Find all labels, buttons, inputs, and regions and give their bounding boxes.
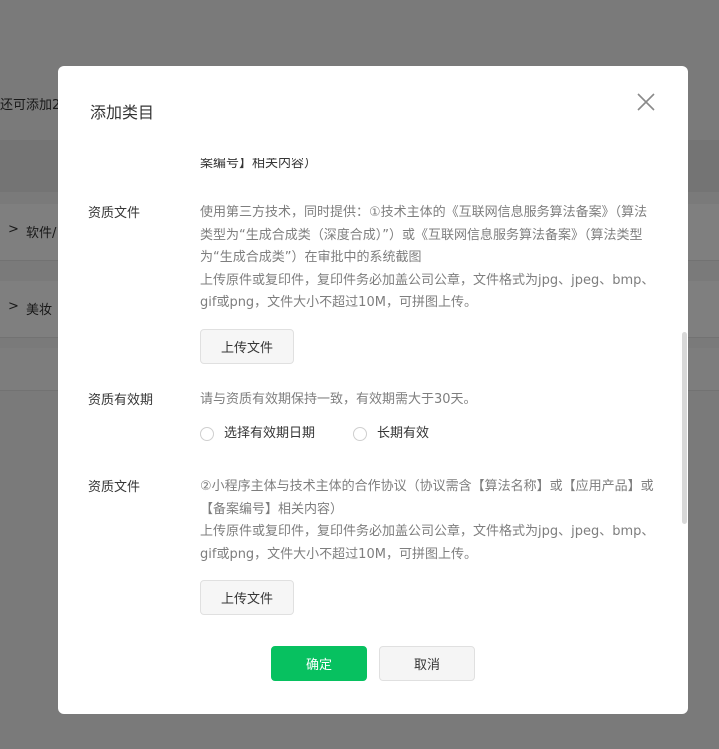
radio-circle-icon[interactable] (200, 426, 214, 441)
upload-file-button[interactable]: 上传文件 (200, 328, 294, 364)
dialog-title: 添加类目 (90, 103, 155, 122)
close-icon[interactable] (634, 90, 658, 114)
radio-select-date[interactable]: 选择有效期日期 (200, 423, 315, 446)
close-button[interactable] (634, 90, 658, 114)
radio-label: 选择有效期日期 (224, 425, 316, 441)
field-body: 请与资质有效期保持一致，有效期需大于30天。 选择有效期日期 长期有效 (200, 389, 658, 443)
field-body: ②小程序主体与技术主体的合作协议（协议需含【算法名称】或【应用产品】或【备案编号… (200, 476, 658, 615)
field-description: 请与资质有效期保持一致，有效期需大于30天。 (200, 392, 477, 407)
upload-file-button[interactable]: 上传文件 (200, 580, 294, 615)
truncated-text: 案编号】相关内容） (200, 156, 318, 171)
add-category-dialog: 添加类目 案编号】相关内容） 资质文件 使用第三方技术，同时提供：①技术主体的《… (58, 66, 688, 714)
dialog-scroll-content[interactable]: 案编号】相关内容） 资质文件 使用第三方技术，同时提供：①技术主体的《互联网信息… (58, 150, 688, 620)
radio-circle-icon[interactable] (353, 426, 367, 441)
field-description: ②小程序主体与技术主体的合作协议（协议需含【算法名称】或【应用产品】或【备案编号… (200, 479, 654, 517)
field-body: 使用第三方技术，同时提供：①技术主体的《互联网信息服务算法备案》（算法类型为“生… (200, 202, 658, 364)
cancel-button[interactable]: 取消 (379, 646, 475, 681)
field-label: 资质文件 (88, 480, 141, 495)
field-label: 资质有效期 (88, 393, 154, 408)
confirm-button[interactable]: 确定 (271, 646, 367, 681)
upload-requirements: 上传原件或复印件，复印件务必加盖公司公章，文件格式为jpg、jpeg、bmp、g… (200, 272, 655, 311)
field-description: 使用第三方技术，同时提供：①技术主体的《互联网信息服务算法备案》（算法类型为“生… (200, 205, 648, 265)
radio-long-term[interactable]: 长期有效 (353, 423, 429, 446)
radio-label: 长期有效 (377, 425, 430, 441)
validity-radio-group: 选择有效期日期 长期有效 (200, 423, 658, 443)
scrollbar-thumb[interactable] (682, 332, 687, 524)
upload-requirements: 上传原件或复印件，复印件务必加盖公司公章，文件格式为jpg、jpeg、bmp、g… (200, 524, 655, 562)
field-label: 资质文件 (88, 206, 141, 221)
